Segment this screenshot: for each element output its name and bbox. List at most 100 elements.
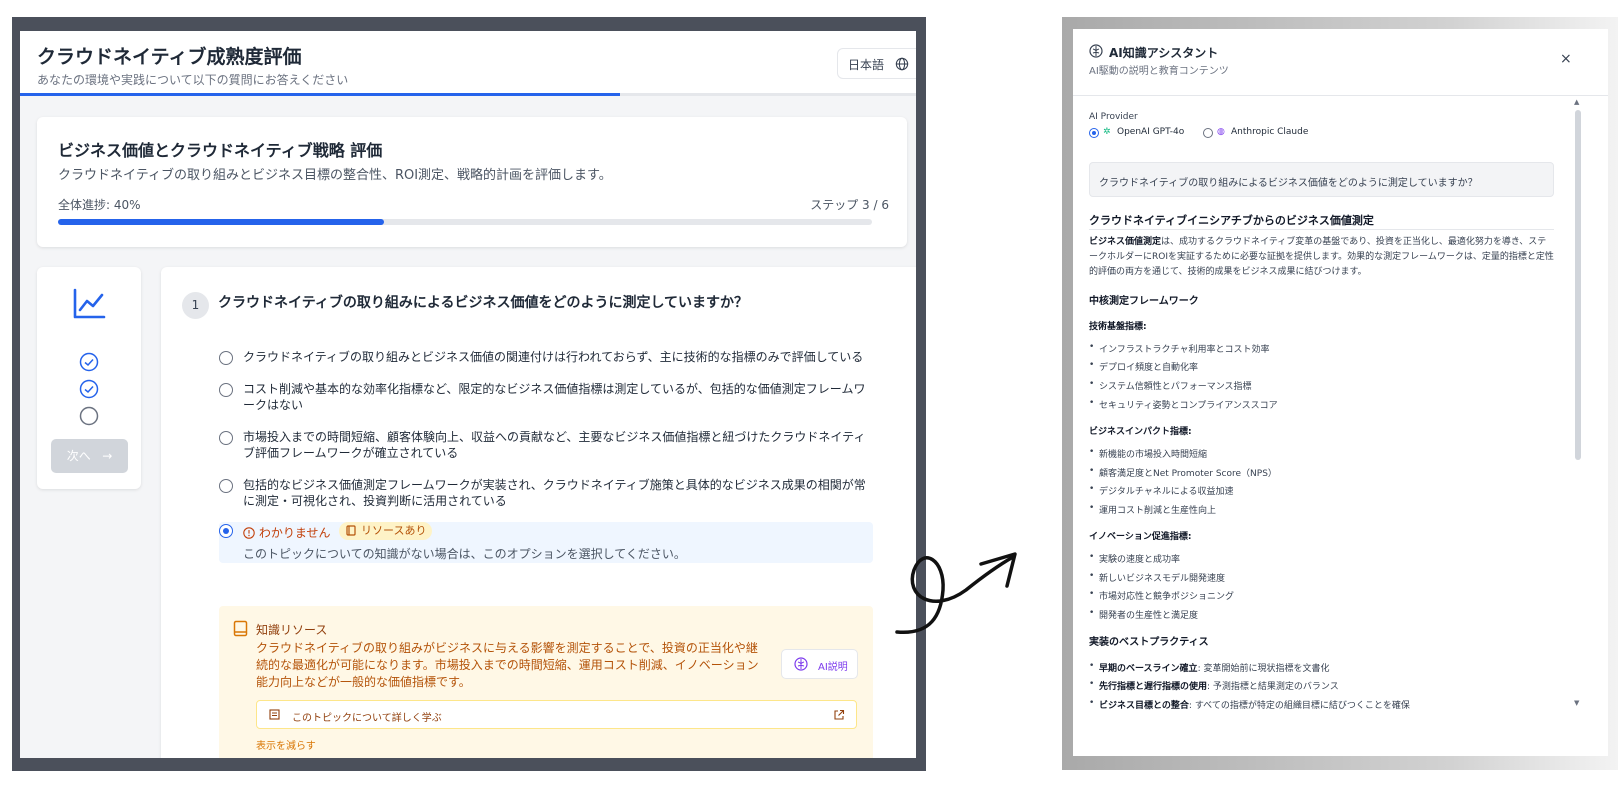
answer-option[interactable]: クラウドネイティブの取り組みとビジネス価値の関連付けは行われておらず、主に技術的… <box>219 349 873 367</box>
provider-option-openai[interactable]: ✲ OpenAI GPT-4o <box>1089 127 1185 138</box>
panel-subtitle: AI駆動の説明と教育コンテンツ <box>1089 66 1229 77</box>
list-item: システム信頼性とパフォーマンス指標 <box>1089 379 1554 392</box>
step-complete-icon <box>79 379 99 399</box>
step-incomplete-icon <box>79 406 99 426</box>
section-description: クラウドネイティブの取り組みとビジネス目標の整合性、ROI測定、戦略的計画を評価… <box>58 168 612 183</box>
option-label: 包括的なビジネス価値測定フレームワークが実装され、クラウドネイティブ施策と具体的… <box>243 478 866 508</box>
unknown-option-hint: このトピックについての知識がない場合は、このオプションを選択してください。 <box>243 547 686 561</box>
next-button-label: 次へ <box>66 449 91 463</box>
answer-option[interactable]: 市場投入までの時間短縮、顧客体験向上、収益への貢献など、主要なビジネス価値指標と… <box>219 429 873 463</box>
list-item: 新機能の市場投入時間短縮 <box>1089 447 1554 460</box>
answer-option[interactable]: コスト削減や基本的な効率化指標など、限定的なビジネス価値指標は測定しているが、包… <box>219 381 873 415</box>
external-link-icon <box>834 709 845 720</box>
option-label: コスト削減や基本的な効率化指標など、限定的なビジネス価値指標は測定しているが、包… <box>243 382 866 412</box>
radio-button[interactable] <box>1203 128 1213 138</box>
list-item: セキュリティ姿勢とコンプライアンススコア <box>1089 398 1554 411</box>
section-title: ビジネス価値とクラウドネイティブ戦略 評価 <box>58 141 383 160</box>
practice-bold: 先行指標と遅行指標の使用 <box>1099 682 1208 692</box>
header-progress-bar <box>20 93 916 96</box>
list-item: 実験の速度と成功率 <box>1089 552 1554 565</box>
alert-circle-icon <box>243 527 255 539</box>
page-title: クラウドネイティブ成熟度評価 <box>37 46 302 68</box>
practice-text: : 予測指標と結果測定のバランス <box>1207 682 1339 692</box>
unknown-option-text: わかりません <box>258 526 331 540</box>
radio-button-selected[interactable] <box>1089 128 1099 138</box>
question-text: クラウドネイティブの取り組みによるビジネス価値をどのように測定していますか？ <box>218 295 749 311</box>
answer-intro: ビジネス価値測定は、成功するクラウドネイティブ変革の基盤であり、投資を正当化し、… <box>1089 235 1554 280</box>
list-item: 新しいビジネスモデル開発速度 <box>1089 571 1554 584</box>
step-sidebar: 次へ → <box>37 267 141 489</box>
list-item: デジタルチャネルによる収益加速 <box>1089 484 1554 497</box>
unknown-option-label: わかりません <box>243 524 330 541</box>
connector-arrow <box>895 552 1017 634</box>
resource-badge: リソースあり <box>339 522 433 540</box>
list-item: 先行指標と遅行指標の使用: 予測指標と結果測定のバランス <box>1089 679 1554 692</box>
radio-button-selected[interactable] <box>219 524 233 538</box>
question-number: 1 <box>182 292 209 319</box>
learn-more-link[interactable]: このトピックについて詳しく学ぶ <box>256 700 857 729</box>
next-button[interactable]: 次へ → <box>51 439 128 473</box>
brain-icon <box>1089 44 1103 58</box>
provider-label: AI Provider <box>1089 112 1138 122</box>
page-subtitle: あなたの環境や実践について以下の質問にお答えください <box>37 73 349 87</box>
divider <box>1089 229 1554 230</box>
option-label: クラウドネイティブの取り組みとビジネス価値の関連付けは行われておらず、主に技術的… <box>243 350 864 364</box>
assistant-window-frame: AI知識アシスタント AI駆動の説明と教育コンテンツ × AI Provider… <box>1062 17 1618 770</box>
framework-heading: 中核測定フレームワーク <box>1089 296 1199 307</box>
ai-assistant-panel: AI知識アシスタント AI駆動の説明と教育コンテンツ × AI Provider… <box>1073 29 1608 756</box>
brain-icon <box>794 657 808 671</box>
radio-button[interactable] <box>219 383 233 397</box>
panel-title: AI知識アシスタント <box>1109 46 1219 60</box>
step-complete-icon <box>79 352 99 372</box>
group-title: ビジネスインパクト指標: <box>1089 427 1192 437</box>
brain-icon: ◍ <box>1217 127 1225 137</box>
list-item: 市場対応性と競争ポジショニング <box>1089 589 1554 602</box>
line-chart-icon <box>73 288 106 319</box>
book-icon <box>346 525 356 536</box>
language-selector[interactable]: 日本語 <box>837 48 916 79</box>
book-icon <box>233 620 248 637</box>
radio-button[interactable] <box>219 431 233 445</box>
question-card: 1 クラウドネイティブの取り組みによるビジネス価値をどのように測定していますか？… <box>161 267 916 758</box>
provider-name: OpenAI GPT-4o <box>1117 127 1185 137</box>
list-item: 早期のベースライン確立: 変革開始前に現状指標を文書化 <box>1089 661 1554 674</box>
list-item: 運用コスト削減と生産性向上 <box>1089 503 1554 516</box>
knowledge-resource-box: 知識リソース クラウドネイティブの取り組みがビジネスに与える影響を測定することで… <box>219 606 873 758</box>
step-indicator: ステップ 3 / 6 <box>810 198 889 212</box>
globe-icon <box>895 57 909 71</box>
list-item: ビジネス目標との整合: すべての指標が特定の組織目標に結びつくことを確保 <box>1089 698 1554 711</box>
header-progress-fill <box>20 93 621 96</box>
intro-bold: ビジネス価値測定 <box>1089 237 1162 247</box>
answer-option[interactable]: 包括的なビジネス価値測定フレームワークが実装され、クラウドネイティブ施策と具体的… <box>219 477 873 511</box>
learn-more-label: このトピックについて詳しく学ぶ <box>292 713 442 724</box>
show-less-link[interactable]: 表示を減らす <box>256 737 316 752</box>
practice-text: : 変革開始前に現状指標を文書化 <box>1197 664 1330 674</box>
ai-explain-button[interactable]: AI説明 <box>781 649 858 679</box>
scroll-down-arrow[interactable]: ▼ <box>1574 699 1579 707</box>
practice-bold: ビジネス目標との整合 <box>1099 701 1189 711</box>
radio-button[interactable] <box>219 479 233 493</box>
section-card: ビジネス価値とクラウドネイティブ戦略 評価 クラウドネイティブの取り組みとビジネ… <box>37 117 907 247</box>
answer-option-unknown[interactable]: わかりません リソースあり このトピックについての知識がない場合は、このオプショ… <box>219 522 873 563</box>
group-title: 技術基盤指標: <box>1089 322 1147 332</box>
panel-content: AI Provider ✲ OpenAI GPT-4o ◍ Anthropic … <box>1089 112 1564 732</box>
list-item: 顧客満足度とNet Promoter Score（NPS） <box>1089 466 1554 479</box>
scroll-up-arrow[interactable]: ▲ <box>1574 98 1579 106</box>
scrollbar-thumb[interactable] <box>1575 110 1581 460</box>
radio-button[interactable] <box>219 351 233 365</box>
resource-badge-label: リソースあり <box>361 524 427 537</box>
list-item: インフラストラクチャ利用率とコスト効率 <box>1089 342 1554 355</box>
scrollbar[interactable]: ▲ ▼ <box>1574 98 1582 708</box>
provider-option-anthropic[interactable]: ◍ Anthropic Claude <box>1203 127 1308 138</box>
app-header: クラウドネイティブ成熟度評価 あなたの環境や実践について以下の質問にお答えくださ… <box>20 31 916 96</box>
overall-progress-label: 全体進捗: 40% <box>58 198 141 212</box>
group-title: イノベーション促進指標: <box>1089 532 1192 542</box>
assessment-window-frame: クラウドネイティブ成熟度評価 あなたの環境や実践について以下の質問にお答えくださ… <box>12 17 926 771</box>
ai-explain-label: AI説明 <box>818 662 848 673</box>
overall-progress-bar <box>58 219 872 225</box>
practice-bold: 早期のベースライン確立 <box>1099 664 1198 674</box>
resource-title: 知識リソース <box>256 623 328 637</box>
arrow-right-icon: → <box>102 449 113 463</box>
close-button[interactable]: × <box>1560 51 1572 67</box>
list-item: 開発者の生産性と満足度 <box>1089 608 1554 621</box>
